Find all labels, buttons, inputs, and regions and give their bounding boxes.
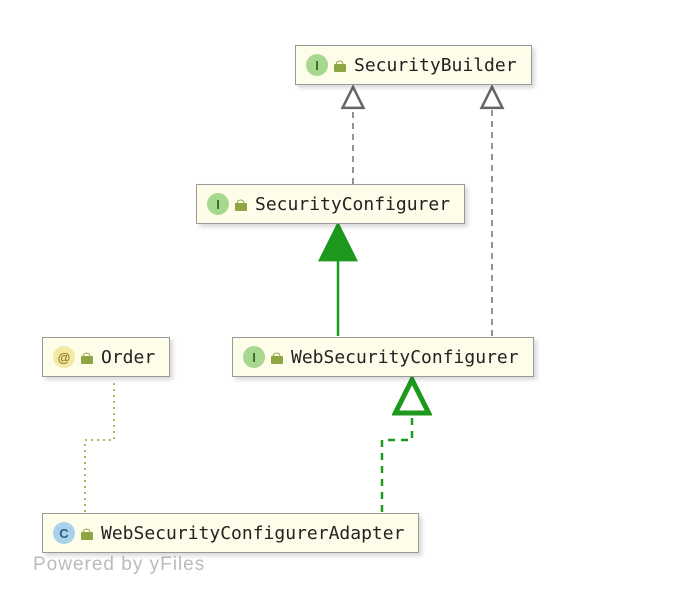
annotation-badge: @ bbox=[53, 346, 75, 368]
node-label: WebSecurityConfigurerAdapter bbox=[99, 523, 404, 544]
node-web-security-configurer-adapter: C WebSecurityConfigurerAdapter bbox=[42, 513, 419, 553]
class-badge: C bbox=[53, 522, 75, 544]
node-label: SecurityConfigurer bbox=[253, 194, 450, 215]
lock-icon bbox=[235, 198, 247, 210]
lock-icon bbox=[271, 351, 283, 363]
node-label: Order bbox=[99, 347, 155, 368]
node-label: WebSecurityConfigurer bbox=[289, 347, 519, 368]
node-security-builder: I SecurityBuilder bbox=[295, 45, 532, 85]
node-security-configurer: I SecurityConfigurer bbox=[196, 184, 465, 224]
lock-icon bbox=[81, 527, 93, 539]
lock-icon bbox=[334, 59, 346, 71]
credit-text: Powered by yFiles bbox=[33, 554, 205, 576]
interface-badge: I bbox=[243, 346, 265, 368]
interface-badge: I bbox=[306, 54, 328, 76]
lock-icon bbox=[81, 351, 93, 363]
interface-badge: I bbox=[207, 193, 229, 215]
node-web-security-configurer: I WebSecurityConfigurer bbox=[232, 337, 534, 377]
node-label: SecurityBuilder bbox=[352, 55, 517, 76]
node-order: @ Order bbox=[42, 337, 170, 377]
